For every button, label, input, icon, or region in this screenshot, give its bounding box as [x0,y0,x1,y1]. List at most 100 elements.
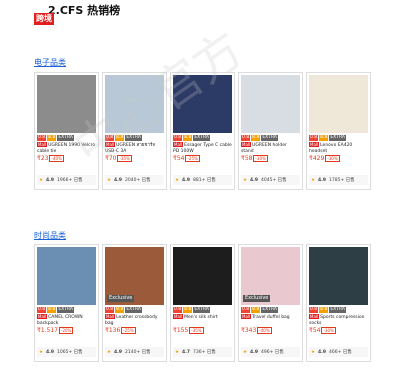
promo-badges: 0.8 8.8 EXTRA [37,307,96,313]
rating-value: 4.9 [46,177,55,183]
product-image[interactable]: Exclusive [241,247,300,305]
product-card[interactable]: 0.8 8.8 EXTRA Mall UGREEN 1990 Velcro cable … [34,72,99,190]
mall-badge: Mall [173,314,184,319]
section-title-electronics[interactable]: 电子品类 [34,57,66,68]
promo-badge: 8.8 [115,135,125,141]
discount-badge: -25% [121,327,136,334]
promo-badge: EXTRA [261,135,278,141]
product-title[interactable]: Mall Sports compression socks [309,314,368,326]
product-title[interactable]: Mall UGREEN สายชาร์จ USB-C 3A [105,142,164,154]
price-value: ₹54 [309,327,321,334]
product-card[interactable]: 0.8 8.8 EXTRA Mall Sports compression socks ₹… [306,244,371,362]
product-card[interactable]: 0.8 8.8 EXTRA Mall UGREEN holder stand ₹58 -30… [238,72,303,190]
discount-badge: -30% [325,155,340,162]
product-title[interactable]: Mall Leather crossbody bag [105,314,164,326]
rating-value: 4.9 [46,349,55,355]
product-price: ₹54 -25% [173,155,232,162]
product-row-electronics: 0.8 8.8 EXTRA Mall UGREEN 1990 Velcro cable … [34,72,371,190]
promo-badge: EXTRA [57,135,74,141]
product-ribbon: Exclusive [107,295,135,302]
promo-badge: 0.8 [37,135,47,141]
product-image[interactable] [105,75,164,133]
product-card[interactable]: Exclusive 0.8 8.8 EXTRA Mall Travel duffel ba… [238,244,303,362]
sold-count: 1966+ 已售 [57,178,83,183]
product-image[interactable] [241,75,300,133]
product-image[interactable] [173,247,232,305]
discount-badge: -40% [49,155,64,162]
product-ribbon: Exclusive [243,295,271,302]
promo-badge: EXTRA [193,135,210,141]
product-title[interactable]: Mall Travel duffel bag [241,314,300,326]
price-value: ₹54 [173,155,185,162]
mall-badge: Mall [37,142,48,147]
star-icon: ★ [311,349,316,355]
product-price: ₹23 -40% [37,155,96,162]
promo-badge: 8.8 [319,135,329,141]
promo-badges: 0.8 8.8 EXTRA [241,135,300,141]
product-title[interactable]: Mall UGREEN 1990 Velcro cable tie [37,142,96,154]
discount-badge: -40% [257,327,272,334]
sold-count: 881+ 已售 [193,178,216,183]
rating-value: 4.9 [114,177,123,183]
sold-count: 2040+ 已售 [125,178,151,183]
product-image[interactable] [309,75,368,133]
promo-badge: 0.8 [173,135,183,141]
product-title-text: Men's silk shirt [184,315,218,320]
promo-badge: 0.8 [309,307,319,313]
star-icon: ★ [39,177,44,183]
mall-badge: Mall [105,142,116,147]
promo-badge: 8.8 [319,307,329,313]
price-value: ₹58 [241,155,253,162]
product-row-fashion: 0.8 8.8 EXTRA Mall CAMEL CROWN backpack ₹1.51… [34,244,371,362]
product-meta: ★ 4.9 466+ 已售 [309,347,368,357]
product-meta: ★ 4.9 1966+ 已售 [37,175,96,185]
rating-value: 4.9 [318,177,327,183]
product-title[interactable]: Mall Essager Type C cable PD 100W [173,142,232,154]
product-title[interactable]: Mall CAMEL CROWN backpack [37,314,96,326]
promo-badges: 0.8 8.8 EXTRA [173,135,232,141]
star-icon: ★ [175,349,180,355]
product-title[interactable]: Mall UGREEN holder stand [241,142,300,154]
product-image[interactable] [37,247,96,305]
price-value: ₹1.517 [37,327,58,334]
price-value: ₹136 [105,327,121,334]
promo-badge: 0.8 [241,135,251,141]
product-meta: ★ 4.9 2040+ 已售 [105,175,164,185]
star-icon: ★ [107,349,112,355]
product-card[interactable]: 0.8 8.8 EXTRA Mall UGREEN สายชาร์จ USB-C 3A ₹… [102,72,167,190]
rating-value: 4.9 [250,177,259,183]
promo-badge: EXTRA [261,307,278,313]
discount-badge: -20% [59,327,74,334]
price-value: ₹70 [105,155,117,162]
promo-badge: 0.8 [309,135,319,141]
product-image[interactable] [173,75,232,133]
product-title[interactable]: Mall Men's silk shirt [173,314,232,326]
promo-badge: 8.8 [183,135,193,141]
promo-badges: 0.8 8.8 EXTRA [105,135,164,141]
star-icon: ★ [107,177,112,183]
promo-badge: 8.8 [47,135,57,141]
rating-value: 4.9 [318,349,327,355]
price-value: ₹429 [309,155,325,162]
page-title: 2.CFS 热销榜 [48,4,121,17]
star-icon: ★ [243,349,248,355]
sold-count: 736+ 已售 [193,350,216,355]
product-card[interactable]: 0.8 8.8 EXTRA Mall Essager Type C cable PD 1… [170,72,235,190]
mall-badge: Mall [173,142,184,147]
product-card[interactable]: Exclusive 0.8 8.8 EXTRA Mall Leather crossbod… [102,244,167,362]
product-card[interactable]: 0.8 8.8 EXTRA Mall Lenovo EA420 headset ₹429-… [306,72,371,190]
product-price: ₹155 -35% [173,327,232,334]
rating-value: 4.9 [114,349,123,355]
promo-badges: 0.8 8.8 EXTRA [173,307,232,313]
promo-badge: 8.8 [183,307,193,313]
product-image[interactable]: Exclusive [105,247,164,305]
product-card[interactable]: 0.8 8.8 EXTRA Mall Men's silk shirt ₹155 -35% ★… [170,244,235,362]
promo-badges: 0.8 8.8 EXTRA [309,135,368,141]
section-title-fashion[interactable]: 时尚品类 [34,230,66,241]
discount-badge: -30% [321,327,336,334]
product-image[interactable] [309,247,368,305]
product-image[interactable] [37,75,96,133]
product-card[interactable]: 0.8 8.8 EXTRA Mall CAMEL CROWN backpack ₹1.51… [34,244,99,362]
product-title[interactable]: Mall Lenovo EA420 headset [309,142,368,154]
sold-count: 466+ 已售 [329,350,352,355]
